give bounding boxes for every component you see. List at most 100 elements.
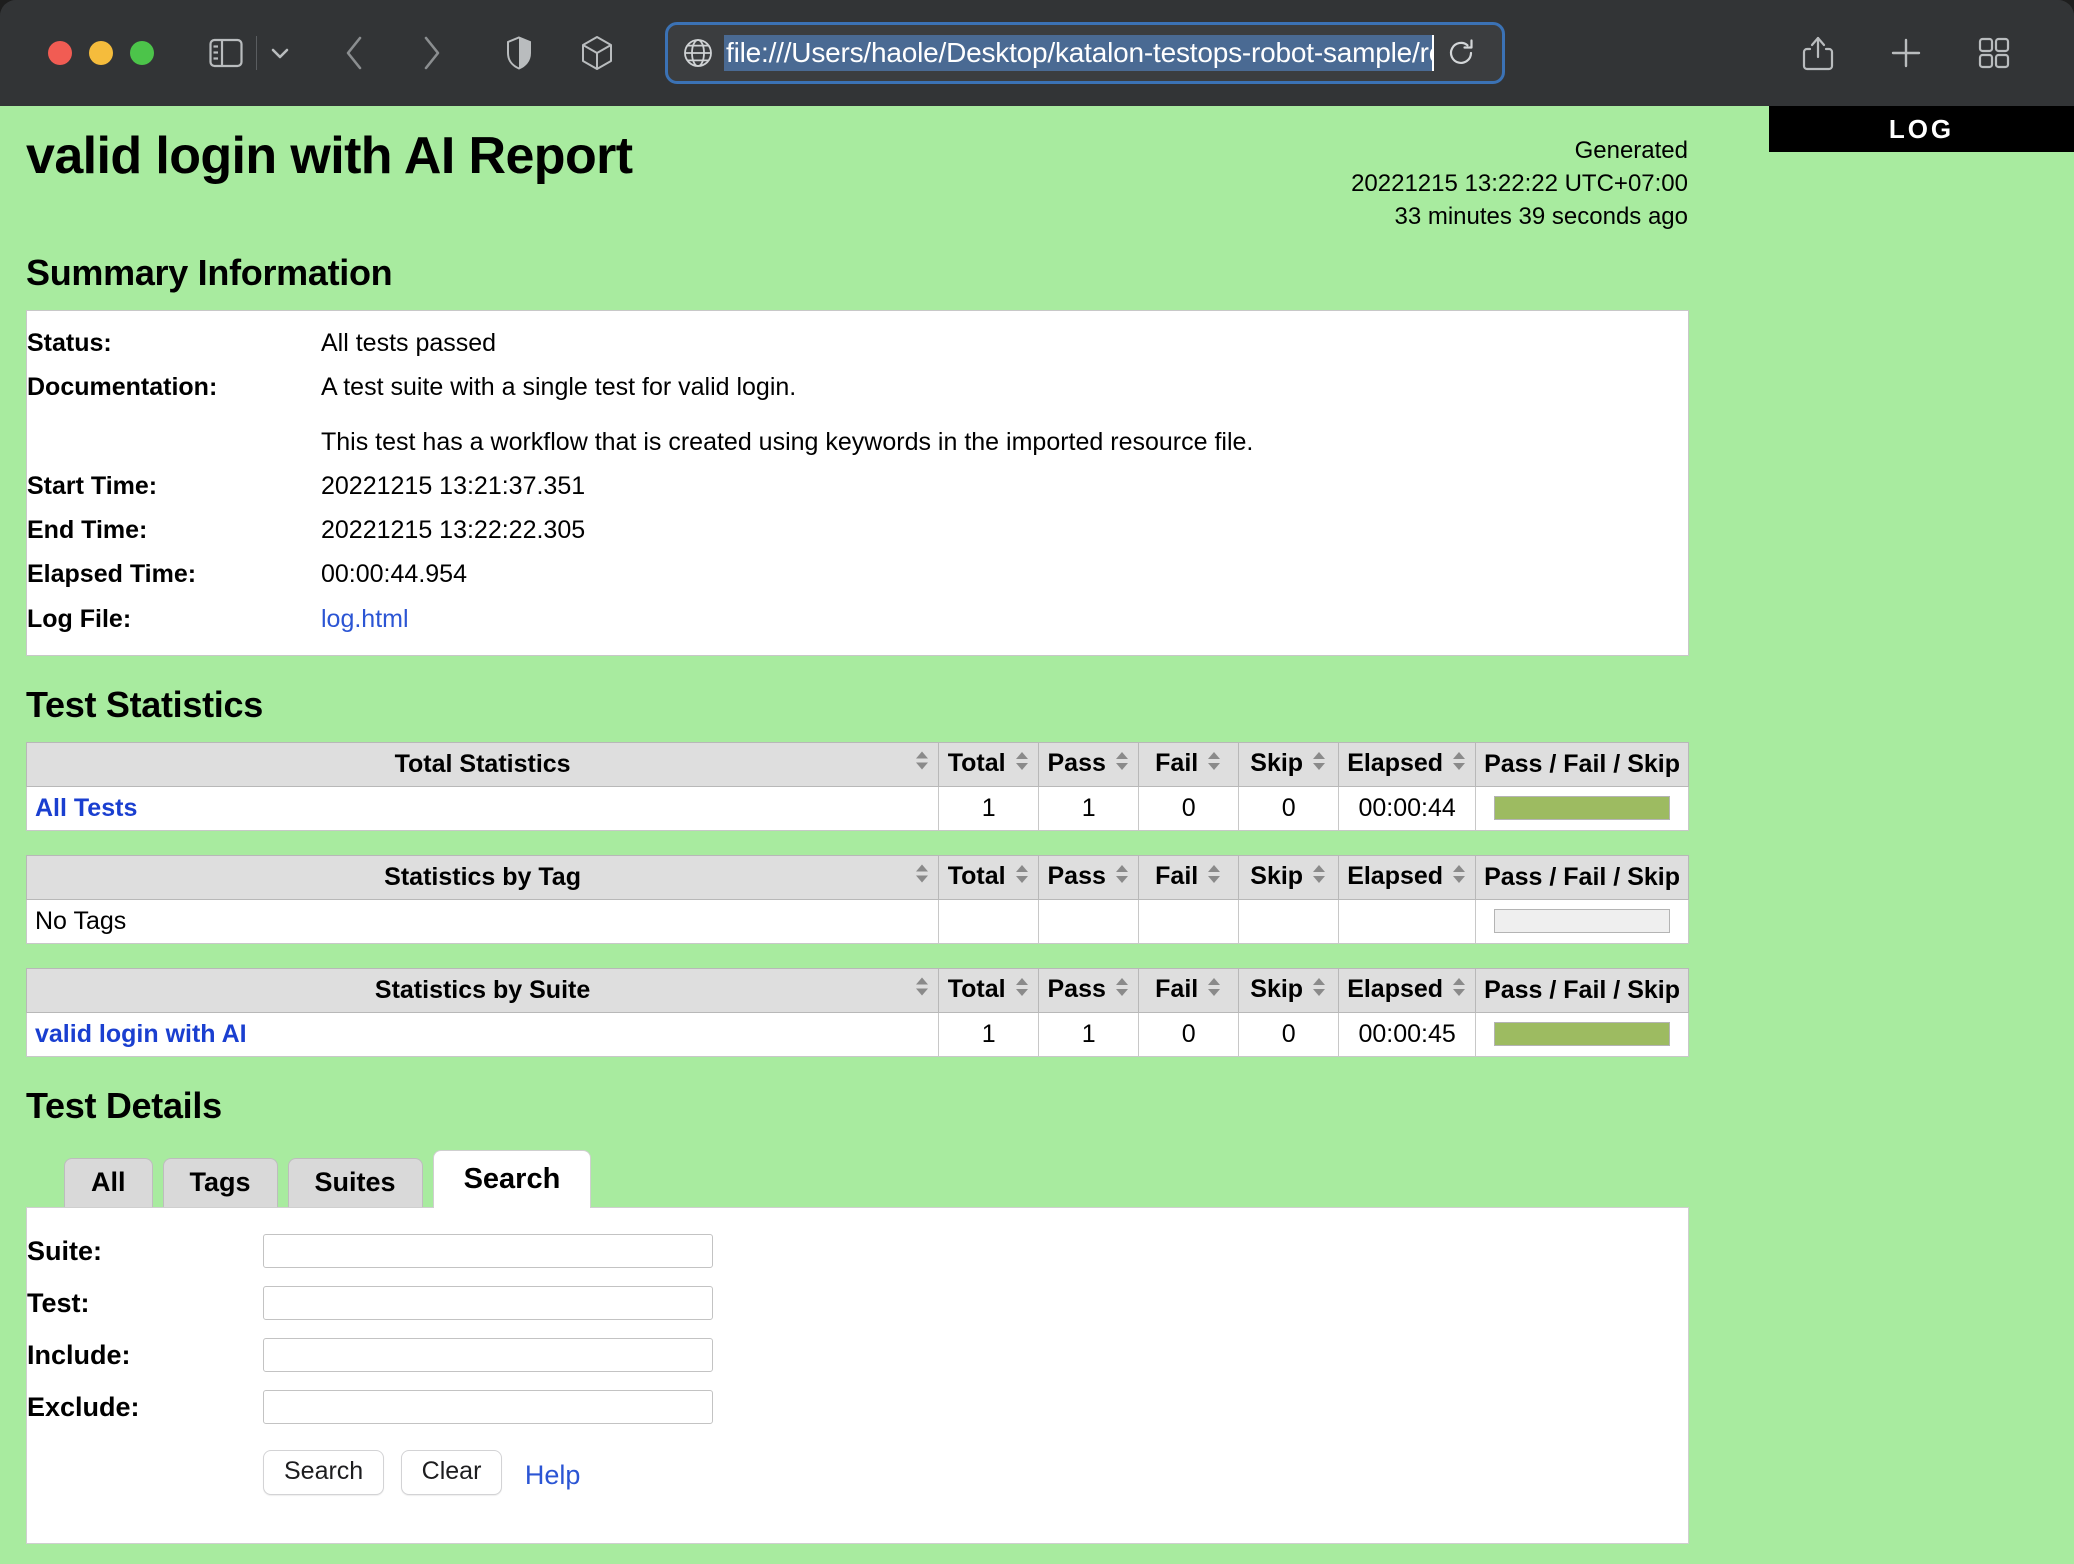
column-header-pass[interactable]: Pass <box>1039 855 1139 899</box>
cell-pass-fail-skip-bar <box>1476 1012 1689 1056</box>
sidebar-icon[interactable] <box>200 27 252 79</box>
toolbar-divider <box>256 36 257 70</box>
status-value: All tests passed <box>321 321 1688 365</box>
shield-icon[interactable] <box>493 27 545 79</box>
extensions-cube-icon[interactable] <box>571 27 623 79</box>
browser-window: file:///Users/haole/Desktop/katalon-test… <box>0 0 2074 1564</box>
cell-total <box>939 899 1039 943</box>
globe-icon <box>682 37 714 69</box>
cell-fail: 0 <box>1139 1012 1239 1056</box>
plus-icon[interactable] <box>1880 27 1932 79</box>
sort-icon[interactable] <box>1014 976 1030 1005</box>
chevron-left-icon[interactable] <box>329 27 381 79</box>
generated-label: Generated <box>1351 134 1688 167</box>
sort-icon[interactable] <box>1451 750 1467 779</box>
bar-segment-pass <box>1495 797 1669 819</box>
column-header-total[interactable]: Total <box>939 968 1039 1012</box>
row-name-cell: All Tests <box>27 786 939 830</box>
cell-fail: 0 <box>1139 786 1239 830</box>
sort-icon[interactable] <box>1114 750 1130 779</box>
tab-tags[interactable]: Tags <box>163 1158 278 1207</box>
include-input[interactable] <box>263 1338 713 1372</box>
column-header-pass-fail-skip[interactable]: Pass / Fail / Skip <box>1476 742 1689 786</box>
sort-icon[interactable] <box>1206 976 1222 1005</box>
column-header-fail[interactable]: Fail <box>1139 968 1239 1012</box>
test-input[interactable] <box>263 1286 713 1320</box>
column-header-pass-fail-skip[interactable]: Pass / Fail / Skip <box>1476 855 1689 899</box>
tab-search[interactable]: Search <box>433 1150 592 1209</box>
minimize-window-button[interactable] <box>89 41 113 65</box>
column-header-name[interactable]: Statistics by Tag <box>27 855 939 899</box>
maximize-window-button[interactable] <box>130 41 154 65</box>
sort-icon[interactable] <box>1114 976 1130 1005</box>
column-header-skip[interactable]: Skip <box>1239 855 1339 899</box>
sort-icon[interactable] <box>914 750 930 779</box>
column-header-elapsed[interactable]: Elapsed <box>1339 742 1476 786</box>
column-header-elapsed[interactable]: Elapsed <box>1339 855 1476 899</box>
table-header-row: Total StatisticsTotalPassFailSkipElapsed… <box>27 742 1689 786</box>
sidebar-controls <box>200 27 299 79</box>
help-link[interactable]: Help <box>525 1460 581 1490</box>
sort-icon[interactable] <box>1311 750 1327 779</box>
sort-icon[interactable] <box>1451 863 1467 892</box>
row-name-link[interactable]: All Tests <box>35 794 137 822</box>
end-time-value: 20221215 13:22:22.305 <box>321 508 1688 552</box>
sort-icon[interactable] <box>1206 750 1222 779</box>
cell-fail <box>1139 899 1239 943</box>
exclude-input[interactable] <box>263 1390 713 1424</box>
summary-label: Elapsed Time: <box>27 552 321 596</box>
toolbar-right-controls <box>1792 27 2044 79</box>
log-banner[interactable]: LOG <box>1769 106 2074 152</box>
column-header-pass[interactable]: Pass <box>1039 742 1139 786</box>
chevron-down-icon[interactable] <box>261 27 299 79</box>
reload-icon[interactable] <box>1434 26 1488 80</box>
summary-row-end-time: End Time: 20221215 13:22:22.305 <box>27 508 1688 552</box>
sort-icon[interactable] <box>1114 863 1130 892</box>
documentation-line-1: A test suite with a single test for vali… <box>321 369 1688 405</box>
tab-overview-icon[interactable] <box>1968 27 2020 79</box>
sort-icon[interactable] <box>1014 863 1030 892</box>
chevron-right-icon[interactable] <box>405 27 457 79</box>
cell-pass-fail-skip-bar <box>1476 786 1689 830</box>
statistics-heading: Test Statistics <box>26 684 1700 726</box>
column-header-pass-fail-skip[interactable]: Pass / Fail / Skip <box>1476 968 1689 1012</box>
generated-relative: 33 minutes 39 seconds ago <box>1351 200 1688 233</box>
log-file-link[interactable]: log.html <box>321 605 409 633</box>
column-header-name[interactable]: Statistics by Suite <box>27 968 939 1012</box>
sort-icon[interactable] <box>914 863 930 892</box>
sort-icon[interactable] <box>1014 750 1030 779</box>
window-controls <box>48 41 154 65</box>
sort-icon[interactable] <box>914 976 930 1005</box>
search-tab-panel: Suite:Test:Include:Exclude: Search Clear… <box>26 1207 1689 1544</box>
column-header-pass[interactable]: Pass <box>1039 968 1139 1012</box>
sort-icon[interactable] <box>1451 976 1467 1005</box>
suite-input[interactable] <box>263 1234 713 1268</box>
column-header-fail[interactable]: Fail <box>1139 855 1239 899</box>
column-header-skip[interactable]: Skip <box>1239 742 1339 786</box>
column-header-fail[interactable]: Fail <box>1139 742 1239 786</box>
sort-icon[interactable] <box>1311 976 1327 1005</box>
close-window-button[interactable] <box>48 41 72 65</box>
search-field-row: Suite: <box>27 1234 733 1286</box>
tab-suites[interactable]: Suites <box>288 1158 423 1207</box>
pass-fail-skip-bar <box>1494 796 1670 820</box>
column-header-name[interactable]: Total Statistics <box>27 742 939 786</box>
column-header-elapsed[interactable]: Elapsed <box>1339 968 1476 1012</box>
summary-label: End Time: <box>27 508 321 552</box>
address-bar[interactable]: file:///Users/haole/Desktop/katalon-test… <box>665 22 1505 84</box>
search-button[interactable]: Search <box>263 1450 384 1495</box>
pass-fail-skip-bar <box>1494 1022 1670 1046</box>
column-header-total[interactable]: Total <box>939 855 1039 899</box>
documentation-value: A test suite with a single test for vali… <box>321 365 1688 464</box>
suite-label: Suite: <box>27 1234 263 1286</box>
row-name-link[interactable]: valid login with AI <box>35 1020 247 1048</box>
column-header-skip[interactable]: Skip <box>1239 968 1339 1012</box>
sort-icon[interactable] <box>1311 863 1327 892</box>
share-icon[interactable] <box>1792 27 1844 79</box>
column-header-total[interactable]: Total <box>939 742 1039 786</box>
sort-icon[interactable] <box>1206 863 1222 892</box>
report-content: valid login with AI Report Generated 202… <box>0 106 1700 1544</box>
tab-all[interactable]: All <box>64 1158 153 1207</box>
clear-button[interactable]: Clear <box>401 1450 503 1495</box>
url-input[interactable]: file:///Users/haole/Desktop/katalon-test… <box>724 35 1434 71</box>
